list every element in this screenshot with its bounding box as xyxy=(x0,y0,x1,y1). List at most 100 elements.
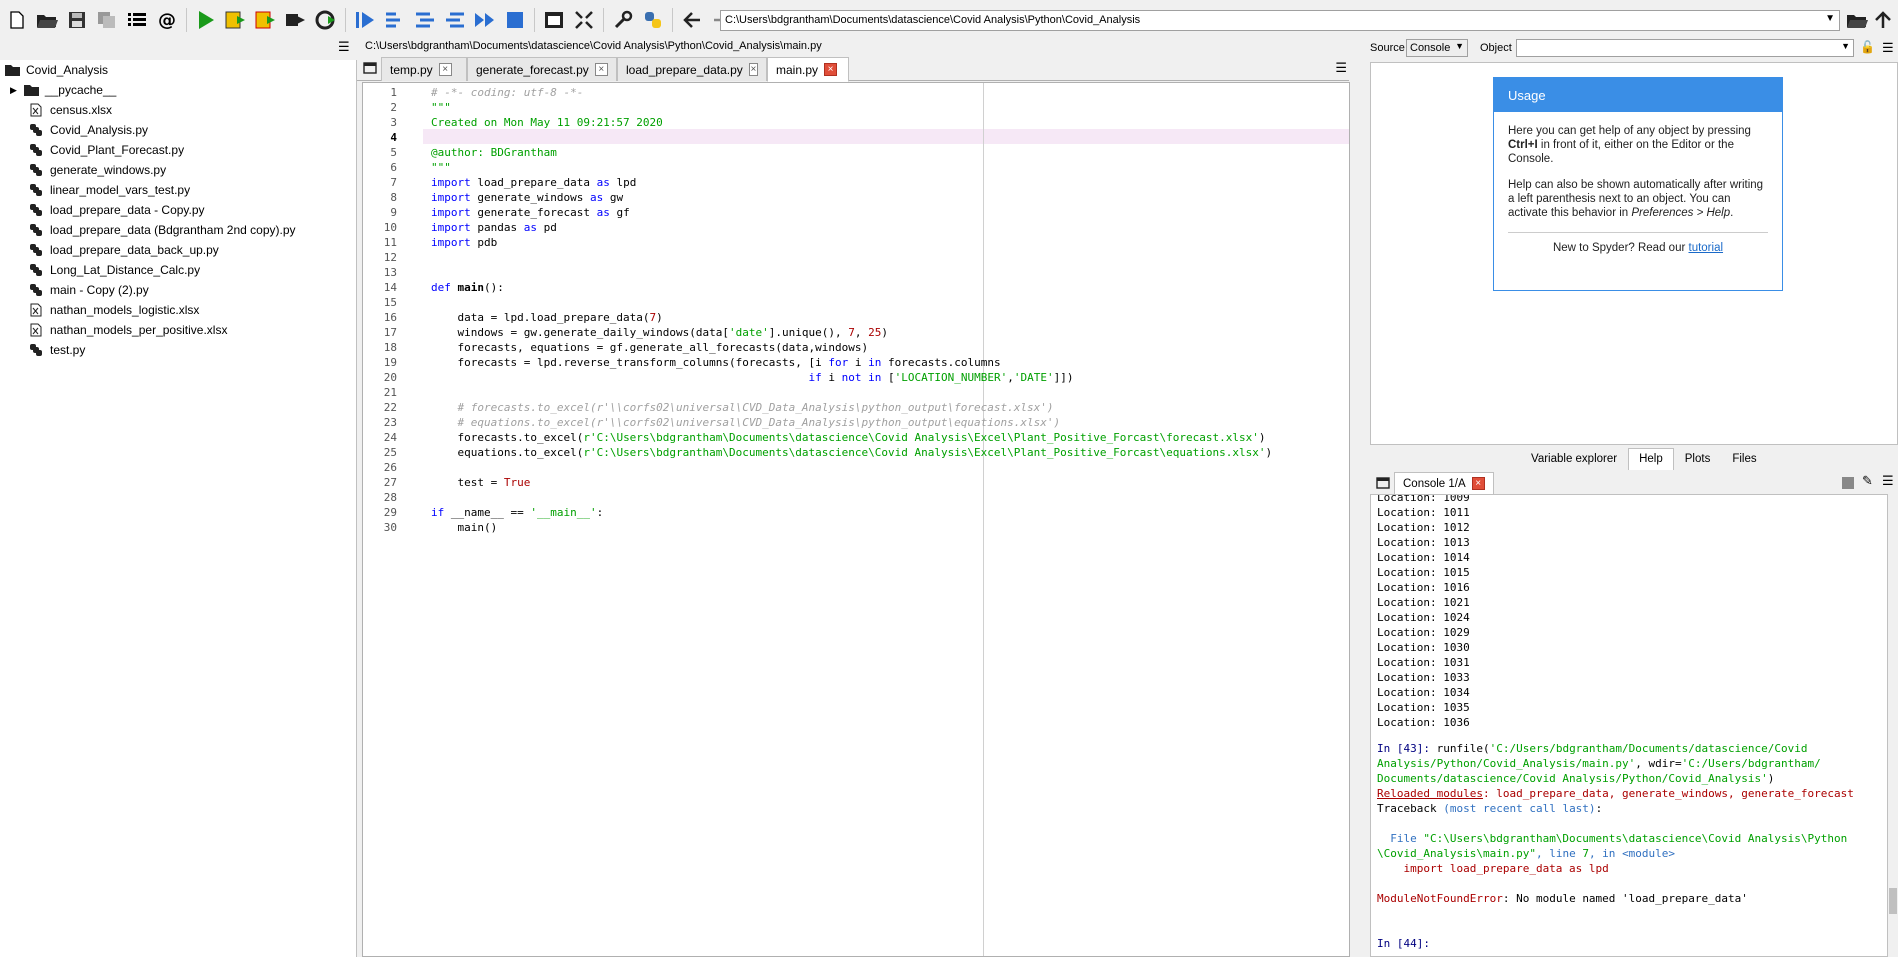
tree-file[interactable]: load_prepare_data_back_up.py xyxy=(28,240,219,260)
help-menu-icon[interactable]: ☰ xyxy=(1882,40,1894,56)
python-path-icon[interactable] xyxy=(642,9,664,31)
close-tab-icon[interactable]: × xyxy=(1471,477,1485,490)
run-icon[interactable] xyxy=(195,9,217,31)
files-pane-menu-icon[interactable]: ☰ xyxy=(338,40,350,55)
browse-tabs-icon[interactable] xyxy=(363,61,377,78)
tab-help[interactable]: Help xyxy=(1628,448,1674,470)
tree-item-label: load_prepare_data (Bdgrantham 2nd copy).… xyxy=(50,223,296,237)
close-tab-icon[interactable]: × xyxy=(438,63,452,76)
code-editor[interactable]: 1 2 3 4 5 6 7 8 9 10 11 12 13 14 15 16 17 18 19 20 21 22 23 24 2… xyxy=(362,82,1350,957)
toolbar-separator xyxy=(186,8,187,32)
line-number: 25 xyxy=(383,446,397,459)
console-location-line: Location: 1029 xyxy=(1377,626,1470,639)
code-line-10: import pandas as pd xyxy=(431,221,557,234)
stop-kernel-icon[interactable] xyxy=(1842,477,1854,489)
console-menu-icon[interactable]: ☰ xyxy=(1882,474,1894,489)
console-file-line1: File "C:\Users\bdgrantham\Documents\data… xyxy=(1377,832,1848,845)
at-icon[interactable]: @ xyxy=(156,9,178,31)
step-into-icon[interactable] xyxy=(414,9,436,31)
list-icon[interactable] xyxy=(126,9,148,31)
run-cell-advance-icon[interactable] xyxy=(255,9,277,31)
maximize-pane-icon[interactable] xyxy=(543,9,565,31)
tab-load-prepare-data-py[interactable]: load_prepare_data.py × xyxy=(617,57,767,81)
tree-file[interactable]: linear_model_vars_test.py xyxy=(28,180,190,200)
tree-file[interactable]: census.xlsx xyxy=(28,100,112,120)
tree-folder[interactable]: ▶ __pycache__ xyxy=(10,80,116,100)
editor-menu-icon[interactable]: ☰ xyxy=(1335,61,1347,76)
tree-item-label: main - Copy (2).py xyxy=(50,283,149,297)
browse-consoles-icon[interactable] xyxy=(1376,476,1390,493)
tree-file[interactable]: nathan_models_per_positive.xlsx xyxy=(28,320,227,340)
preferences-wrench-icon[interactable] xyxy=(612,9,634,31)
back-arrow-icon[interactable] xyxy=(681,9,703,31)
console-location-line: Location: 1036 xyxy=(1377,716,1470,729)
tab-temp-py[interactable]: temp.py × xyxy=(381,57,467,81)
console-scroll-thumb[interactable] xyxy=(1889,888,1897,914)
tree-file[interactable]: Covid_Analysis.py xyxy=(28,120,148,140)
tree-root-label: Covid_Analysis xyxy=(26,63,109,77)
tree-file[interactable]: load_prepare_data (Bdgrantham 2nd copy).… xyxy=(28,220,296,240)
lock-icon[interactable]: 🔓 xyxy=(1860,40,1875,54)
line-number: 14 xyxy=(383,281,397,294)
code-line-30: main() xyxy=(431,521,498,534)
spreadsheet-file-icon xyxy=(28,102,44,118)
line-number: 8 xyxy=(390,191,397,204)
clear-console-icon[interactable]: ✎ xyxy=(1862,474,1873,489)
python-file-icon xyxy=(28,342,44,358)
line-number: 10 xyxy=(383,221,397,234)
close-tab-icon[interactable]: × xyxy=(594,63,608,76)
console-scrollbar[interactable] xyxy=(1888,494,1898,957)
source-combobox[interactable]: Console ▼ xyxy=(1406,39,1468,57)
tab-generate-forecast-py[interactable]: generate_forecast.py × xyxy=(467,57,617,81)
console-line: Location: 1009 xyxy=(1377,494,1470,504)
console-reloaded-line: Reloaded modules: load_prepare_data, gen… xyxy=(1377,787,1854,800)
tab-files[interactable]: Files xyxy=(1721,448,1767,470)
tree-file[interactable]: nathan_models_logistic.xlsx xyxy=(28,300,199,320)
fullscreen-icon[interactable] xyxy=(573,9,595,31)
tree-file[interactable]: Long_Lat_Distance_Calc.py xyxy=(28,260,200,280)
browse-folder-icon[interactable] xyxy=(1846,9,1868,31)
run-cell-icon[interactable] xyxy=(225,9,247,31)
console-file-line2: \Covid_Analysis\main.py", line 7, in <mo… xyxy=(1377,847,1676,860)
run-selection-icon[interactable] xyxy=(285,9,307,31)
save-all-icon[interactable] xyxy=(96,9,118,31)
python-file-icon xyxy=(28,182,44,198)
tree-file[interactable]: test.py xyxy=(28,340,85,360)
working-directory-text: C:\Users\bdgrantham\Documents\datascienc… xyxy=(725,14,1141,26)
chevron-down-icon[interactable]: ▼ xyxy=(1825,13,1835,24)
ipython-console[interactable]: Location: 1009 Location: 1011 Location: 1… xyxy=(1370,494,1888,957)
continue-icon[interactable] xyxy=(474,9,496,31)
step-return-icon[interactable] xyxy=(444,9,466,31)
tree-file[interactable]: Covid_Plant_Forecast.py xyxy=(28,140,184,160)
stop-debug-icon[interactable] xyxy=(504,9,526,31)
open-folder-icon[interactable] xyxy=(36,9,58,31)
tab-console-1a[interactable]: Console 1/A × xyxy=(1394,472,1494,494)
rerun-icon[interactable] xyxy=(315,9,337,31)
debug-icon[interactable] xyxy=(354,9,376,31)
console-location-line: Location: 1016 xyxy=(1377,581,1470,594)
line-number: 27 xyxy=(383,476,397,489)
close-tab-icon[interactable]: × xyxy=(824,63,838,76)
console-error-line: ModuleNotFoundError: No module named 'lo… xyxy=(1377,892,1748,905)
step-icon[interactable] xyxy=(384,9,406,31)
parent-directory-icon[interactable] xyxy=(1872,9,1894,31)
tab-main-py[interactable]: main.py × xyxy=(767,57,849,82)
working-directory-combobox[interactable]: C:\Users\bdgrantham\Documents\datascienc… xyxy=(720,10,1840,31)
code-line-22: # forecasts.to_excel(r'\\corfs02\univers… xyxy=(431,401,1054,414)
tree-file[interactable]: main - Copy (2).py xyxy=(28,280,149,300)
tree-root-folder[interactable]: Covid_Analysis xyxy=(4,60,108,80)
tree-file[interactable]: generate_windows.py xyxy=(28,160,166,180)
new-file-icon[interactable] xyxy=(6,9,28,31)
tab-variable-explorer[interactable]: Variable explorer xyxy=(1520,448,1628,470)
close-tab-icon[interactable]: × xyxy=(748,63,758,76)
tab-plots[interactable]: Plots xyxy=(1674,448,1722,470)
tree-file[interactable]: load_prepare_data - Copy.py xyxy=(28,200,205,220)
object-combobox[interactable]: ▼ xyxy=(1516,39,1854,57)
editor-tab-bar: temp.py × generate_forecast.py × load_prep… xyxy=(357,57,1349,82)
console-location-line: Location: 1033 xyxy=(1377,671,1470,684)
chevron-right-icon[interactable]: ▶ xyxy=(10,85,17,96)
tutorial-link[interactable]: tutorial xyxy=(1689,242,1724,254)
code-line-25: equations.to_excel(r'C:\Users\bdgrantham… xyxy=(431,446,1273,459)
save-icon[interactable] xyxy=(66,9,88,31)
tree-item-label: load_prepare_data - Copy.py xyxy=(50,203,205,217)
